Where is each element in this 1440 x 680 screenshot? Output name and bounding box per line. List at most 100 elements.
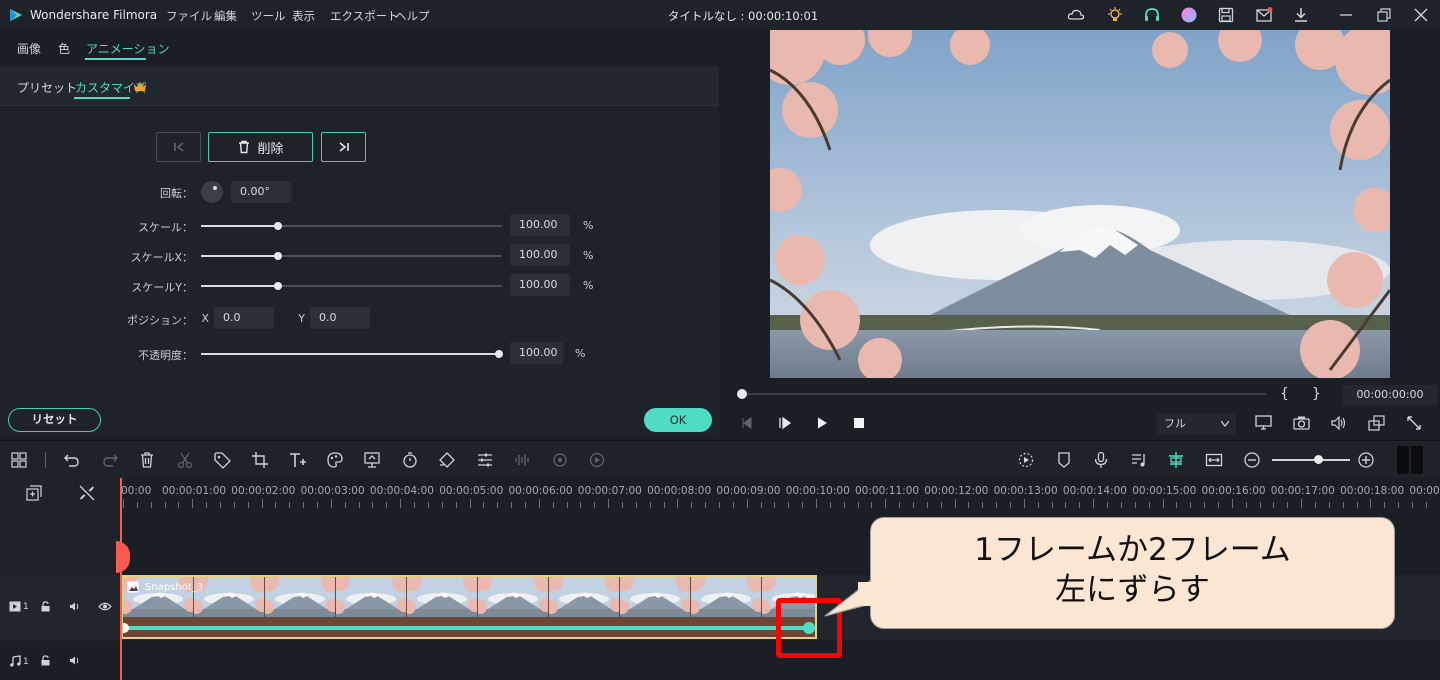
camera-icon[interactable] bbox=[1293, 415, 1310, 431]
audio-track-number: 1 bbox=[23, 657, 29, 667]
ruler-label: 00:00:10:00 bbox=[785, 485, 850, 497]
lightbulb-icon[interactable] bbox=[1106, 6, 1124, 24]
presentation-icon[interactable] bbox=[363, 451, 381, 469]
delete-icon[interactable] bbox=[138, 451, 156, 469]
ok-button[interactable]: OK bbox=[644, 408, 712, 432]
eye-icon[interactable] bbox=[98, 601, 112, 612]
redo-icon[interactable] bbox=[101, 451, 119, 469]
monitor-icon[interactable] bbox=[1255, 415, 1272, 431]
snap-icon[interactable] bbox=[1167, 451, 1185, 469]
scissors-icon[interactable] bbox=[176, 451, 194, 469]
save-icon[interactable] bbox=[1217, 6, 1235, 24]
scale-x-unit: % bbox=[583, 249, 594, 262]
position-x-field[interactable]: 0.0 bbox=[214, 307, 274, 329]
next-keyframe-button[interactable] bbox=[321, 132, 366, 162]
mount-fuji-cherry-blossom-image bbox=[770, 30, 1390, 378]
headset-icon[interactable] bbox=[1143, 6, 1161, 24]
scale-field[interactable]: 100.00 bbox=[510, 214, 570, 236]
tab-color[interactable]: 色 bbox=[58, 40, 70, 57]
scale-slider-handle[interactable] bbox=[274, 222, 282, 230]
rotation-dial[interactable] bbox=[201, 181, 223, 203]
tab-active-indicator bbox=[85, 58, 146, 60]
motion-tracking-icon[interactable] bbox=[551, 451, 569, 469]
ruler-ticks bbox=[120, 499, 1440, 509]
fullscreen-icon[interactable] bbox=[1406, 415, 1422, 431]
ruler-label: 00:00:06:00 bbox=[508, 485, 573, 497]
audio-track-icon bbox=[10, 655, 21, 667]
clip-thumbnail bbox=[407, 577, 477, 617]
crop-icon[interactable] bbox=[251, 451, 269, 469]
callout-line-2: 左にずらす bbox=[1055, 572, 1210, 608]
playhead[interactable] bbox=[120, 478, 122, 680]
video-clip[interactable]: Snapshot_3 bbox=[121, 575, 817, 639]
position-y-label: Y bbox=[298, 312, 305, 325]
fit-timeline-icon[interactable] bbox=[1205, 451, 1223, 469]
play-icon[interactable] bbox=[815, 416, 829, 430]
scale-x-field[interactable]: 100.00 bbox=[510, 244, 570, 266]
avatar-icon[interactable] bbox=[1180, 6, 1198, 24]
tag-icon[interactable] bbox=[213, 451, 231, 469]
volume-icon[interactable] bbox=[1330, 415, 1347, 431]
microphone-icon[interactable] bbox=[1092, 451, 1110, 469]
mute-icon[interactable] bbox=[69, 601, 81, 612]
add-track-icon[interactable] bbox=[25, 484, 43, 502]
marker-icon[interactable] bbox=[1055, 451, 1073, 469]
audio-mute-icon[interactable] bbox=[69, 655, 81, 666]
music-list-icon[interactable] bbox=[1130, 451, 1148, 469]
zoom-slider[interactable] bbox=[1272, 459, 1350, 461]
color-palette-icon[interactable] bbox=[326, 451, 344, 469]
timer-icon[interactable] bbox=[401, 451, 419, 469]
speed-icon[interactable] bbox=[588, 451, 606, 469]
zoom-in-icon[interactable] bbox=[1357, 451, 1375, 469]
scale-x-slider-handle[interactable] bbox=[274, 252, 282, 260]
mark-in-button[interactable]: { bbox=[1280, 386, 1289, 402]
seek-handle[interactable] bbox=[737, 389, 747, 399]
undo-icon[interactable] bbox=[63, 451, 81, 469]
tab-animation[interactable]: アニメーション bbox=[86, 40, 170, 57]
prev-keyframe-icon bbox=[173, 142, 183, 152]
zoom-out-icon[interactable] bbox=[1243, 451, 1261, 469]
restore-icon[interactable] bbox=[1375, 6, 1393, 24]
mark-out-button[interactable]: } bbox=[1312, 386, 1321, 402]
unlink-icon[interactable] bbox=[78, 484, 96, 502]
opacity-field[interactable]: 100.00 bbox=[510, 342, 563, 364]
minimize-icon[interactable] bbox=[1337, 6, 1355, 24]
download-icon[interactable] bbox=[1292, 6, 1310, 24]
prev-keyframe-button[interactable] bbox=[156, 132, 201, 162]
scale-y-field[interactable]: 100.00 bbox=[510, 274, 570, 296]
scale-y-slider-handle[interactable] bbox=[274, 282, 282, 290]
opacity-slider-handle[interactable] bbox=[495, 350, 503, 358]
reset-button[interactable]: リセット bbox=[8, 408, 101, 432]
position-y-field[interactable]: 0.0 bbox=[310, 307, 370, 329]
video-track-icon bbox=[9, 601, 21, 612]
zoom-slider-handle[interactable] bbox=[1314, 455, 1323, 464]
cloud-icon[interactable] bbox=[1067, 6, 1085, 24]
audio-lock-icon[interactable] bbox=[40, 655, 51, 666]
lock-icon[interactable] bbox=[40, 601, 51, 612]
keyframe-icon[interactable] bbox=[438, 451, 456, 469]
aspect-ratio-icon[interactable] bbox=[1368, 415, 1385, 431]
mail-icon[interactable] bbox=[1255, 6, 1273, 24]
scale-x-label: スケールX： bbox=[130, 251, 193, 264]
layout-icon[interactable] bbox=[10, 451, 28, 469]
render-icon[interactable] bbox=[1017, 451, 1035, 469]
subtab-preset[interactable]: プリセット bbox=[17, 79, 77, 96]
delete-keyframe-button[interactable]: 削除 bbox=[208, 132, 313, 162]
quality-select[interactable]: フル bbox=[1157, 413, 1236, 435]
adjust-icon[interactable] bbox=[476, 451, 494, 469]
tab-image[interactable]: 画像 bbox=[17, 40, 41, 57]
ruler-label: 00:00:18:00 bbox=[1340, 485, 1405, 497]
stop-icon[interactable] bbox=[853, 417, 865, 429]
preview-seek-bar[interactable] bbox=[741, 393, 1266, 395]
audio-waveform-icon[interactable] bbox=[513, 451, 531, 469]
scale-y-unit: % bbox=[583, 279, 594, 292]
text-icon[interactable] bbox=[288, 451, 306, 469]
panel-toggle-icon[interactable] bbox=[1397, 446, 1423, 474]
rotation-field[interactable]: 0.00° bbox=[231, 181, 291, 203]
clip-thumbnail bbox=[549, 577, 619, 617]
prev-frame-icon[interactable] bbox=[740, 416, 754, 430]
play-frame-icon[interactable] bbox=[778, 416, 792, 430]
quality-value: フル bbox=[1164, 417, 1186, 430]
close-icon[interactable] bbox=[1412, 6, 1430, 24]
ruler-label: 00:00:03:00 bbox=[300, 485, 365, 497]
